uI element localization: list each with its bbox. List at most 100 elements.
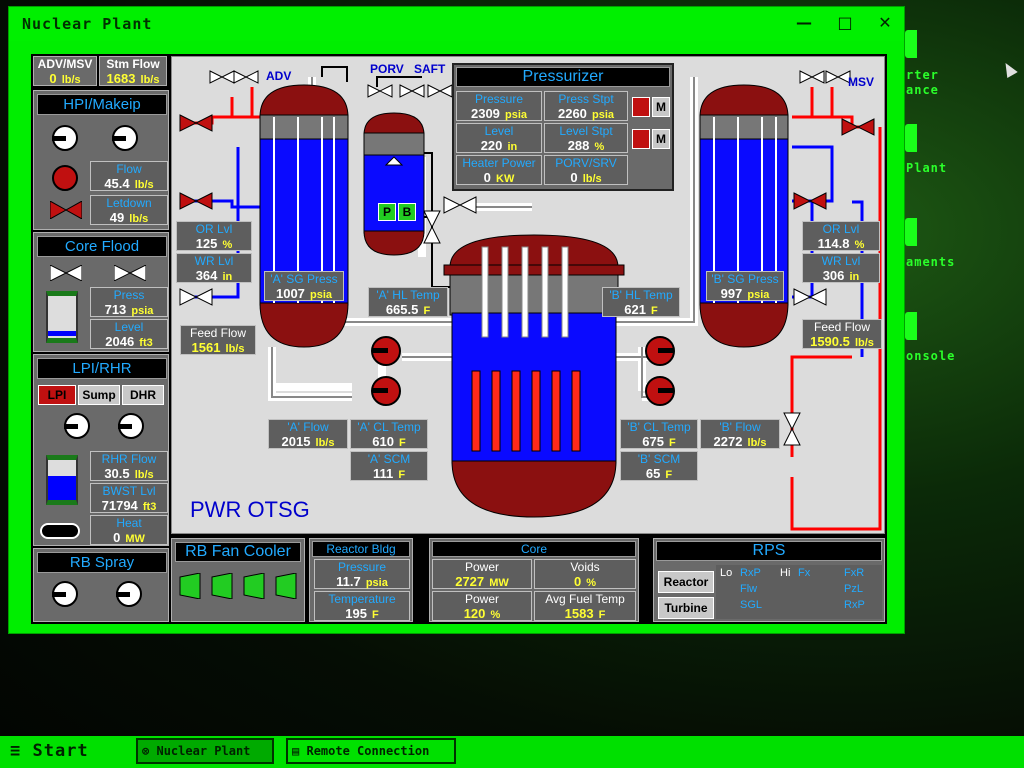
heat-box: Heat 0 MW (90, 515, 168, 545)
b-flow-label: 'B' Flow (719, 420, 761, 434)
hpi-pump-a-icon[interactable] (52, 125, 78, 151)
task-nuclear-plant[interactable]: ⊗ Nuclear Plant (136, 738, 274, 764)
cf-valve-a-icon[interactable] (50, 265, 82, 281)
a-hl-temp-value: 665.5 (385, 302, 419, 317)
pzr-level-label: Level (484, 124, 514, 138)
stm-flow-value: 1683 (106, 71, 136, 86)
a-cl-temp-unit: F (399, 437, 406, 449)
core-power-pct-box: Power 120 % (432, 591, 532, 621)
porv-label: PORV (370, 62, 404, 76)
pzr-auto-toggle-2[interactable] (632, 129, 650, 149)
rhr-flow-box: RHR Flow 30.5 lb/s (90, 451, 168, 481)
minimize-icon[interactable]: — (794, 13, 814, 33)
task-remote-connection[interactable]: ▤ Remote Connection (286, 738, 456, 764)
rps-pzl: PzL (844, 583, 863, 595)
b-hl-temp-unit: F (651, 305, 658, 317)
b-scm-box: 'B' SCM 65 F (620, 451, 698, 481)
desktop-label-5[interactable]: onsole (906, 349, 955, 363)
rps-title: RPS (656, 541, 882, 561)
mouse-cursor-icon (1000, 59, 1018, 79)
sg-a-or-value: 125 (195, 236, 218, 251)
b-hl-temp-label: 'B' HL Temp (609, 288, 673, 302)
maximize-icon[interactable]: □ (835, 13, 855, 33)
fan-3-icon (243, 573, 265, 599)
core-flood-panel: Core Flood Press 713 psia Level 2046 ft3 (33, 232, 169, 352)
bwst-lvl-box: BWST Lvl 71794 ft3 (90, 483, 168, 513)
window-titlebar[interactable]: Nuclear Plant — □ ✕ (9, 7, 904, 41)
pzr-porv-value: 0 (570, 170, 578, 185)
b-flow-unit: lb/s (747, 437, 767, 449)
pzr-lvlstpt-unit: % (594, 141, 605, 153)
close-icon[interactable]: ✕ (875, 13, 895, 33)
cf-level-unit: ft3 (139, 337, 153, 349)
letdown-valve-icon[interactable] (50, 201, 82, 219)
hpi-flow-box: Flow 45.4 lb/s (90, 161, 168, 191)
rps-turbine-button[interactable]: Turbine (658, 597, 714, 619)
sg-b-feed-value: 1590.5 (810, 334, 850, 349)
hpi-flow-unit: lb/s (134, 179, 154, 191)
rps-hi: Hi (780, 567, 791, 579)
hpi-flow-label: Flow (116, 162, 142, 176)
bwst-lvl-label: BWST Lvl (102, 484, 156, 498)
pzr-stpt-value: 2260 (557, 106, 587, 121)
hpi-pump-b-icon[interactable] (112, 125, 138, 151)
dhr-button[interactable]: DHR (122, 385, 164, 405)
pzr-heater-value: 0 (483, 170, 491, 185)
start-button[interactable]: ≡ Start (10, 741, 89, 761)
sg-b-feed-unit: lb/s (854, 337, 874, 349)
sg-b-feed-box: Feed Flow 1590.5 lb/s (802, 319, 882, 349)
pressurizer-panel: Pressurizer Pressure 2309 psia Press Stp… (452, 63, 674, 191)
makeup-pump-icon[interactable] (52, 165, 78, 191)
sg-a-feed-unit: lb/s (225, 343, 245, 355)
fan-1-icon (179, 573, 201, 599)
a-scm-box: 'A' SCM 111 F (350, 451, 428, 481)
lpi-pump-a-icon[interactable] (64, 413, 90, 439)
pzr-b-button[interactable]: B (398, 203, 416, 221)
core-power-pct-unit: % (490, 609, 501, 621)
sg-b-feed-label: Feed Flow (813, 320, 871, 334)
pzr-auto-toggle-1[interactable] (632, 97, 650, 117)
sg-b-wr-lvl-box: WR Lvl 306 in (802, 253, 880, 283)
a-flow-label: 'A' Flow (287, 420, 329, 434)
rps-lo: Lo (720, 567, 733, 579)
desktop-label-3[interactable]: Plant (906, 161, 947, 175)
desktop-icon-1[interactable] (905, 30, 917, 58)
spray-pump-b-icon[interactable] (116, 581, 142, 607)
pzr-porv-label: PORV/SRV (555, 156, 617, 170)
pzr-manual-button-2[interactable]: M (652, 129, 670, 149)
desktop-icon-2[interactable] (905, 124, 917, 152)
b-cl-temp-unit: F (669, 437, 676, 449)
saft-label: SAFT (414, 62, 446, 76)
sump-button[interactable]: Sump (78, 385, 120, 405)
core-title: Core (432, 541, 636, 557)
bwst-lvl-unit: ft3 (142, 501, 157, 513)
lpi-pump-b-icon[interactable] (118, 413, 144, 439)
cf-level-label: Level (114, 320, 144, 334)
pzr-heater-box: Heater Power 0 KW (456, 155, 542, 185)
sg-b-or-value: 114.8 (817, 236, 850, 251)
rb-temp-box: Temperature 195 F (314, 591, 410, 621)
rps-fxr: FxR (844, 567, 865, 579)
pzr-pressure-box: Pressure 2309 psia (456, 91, 542, 121)
core-fuel-label: Avg Fuel Temp (545, 592, 625, 606)
lpi-rhr-panel: LPI/RHR LPI Sump DHR RHR Flow 30.5 lb/s … (33, 354, 169, 546)
pzr-heater-label: Heater Power (462, 156, 536, 170)
desktop-icon-3[interactable] (905, 218, 917, 246)
desktop-label-4[interactable]: aments (906, 255, 955, 269)
a-scm-label: 'A' SCM (367, 452, 411, 466)
desktop-icon-4[interactable] (905, 312, 917, 340)
bwst-lvl-value: 71794 (101, 498, 138, 513)
pzr-p-button[interactable]: P (378, 203, 396, 221)
desktop-label-2[interactable]: ance (906, 83, 939, 97)
rps-reactor-button[interactable]: Reactor (658, 571, 714, 593)
task2-label: Remote Connection (306, 744, 430, 758)
spray-pump-a-icon[interactable] (52, 581, 78, 607)
cf-valve-b-icon[interactable] (114, 265, 146, 281)
lpi-button[interactable]: LPI (38, 385, 76, 405)
sg-a-press-label: 'A' SG Press (270, 272, 338, 286)
desktop-label-1[interactable]: rter (906, 68, 939, 82)
pzr-manual-button-1[interactable]: M (652, 97, 670, 117)
adv-valve-left-icon (179, 114, 213, 132)
pzr-porv-box: PORV/SRV 0 lb/s (544, 155, 628, 185)
core-power-pct-label: Power (464, 592, 499, 606)
